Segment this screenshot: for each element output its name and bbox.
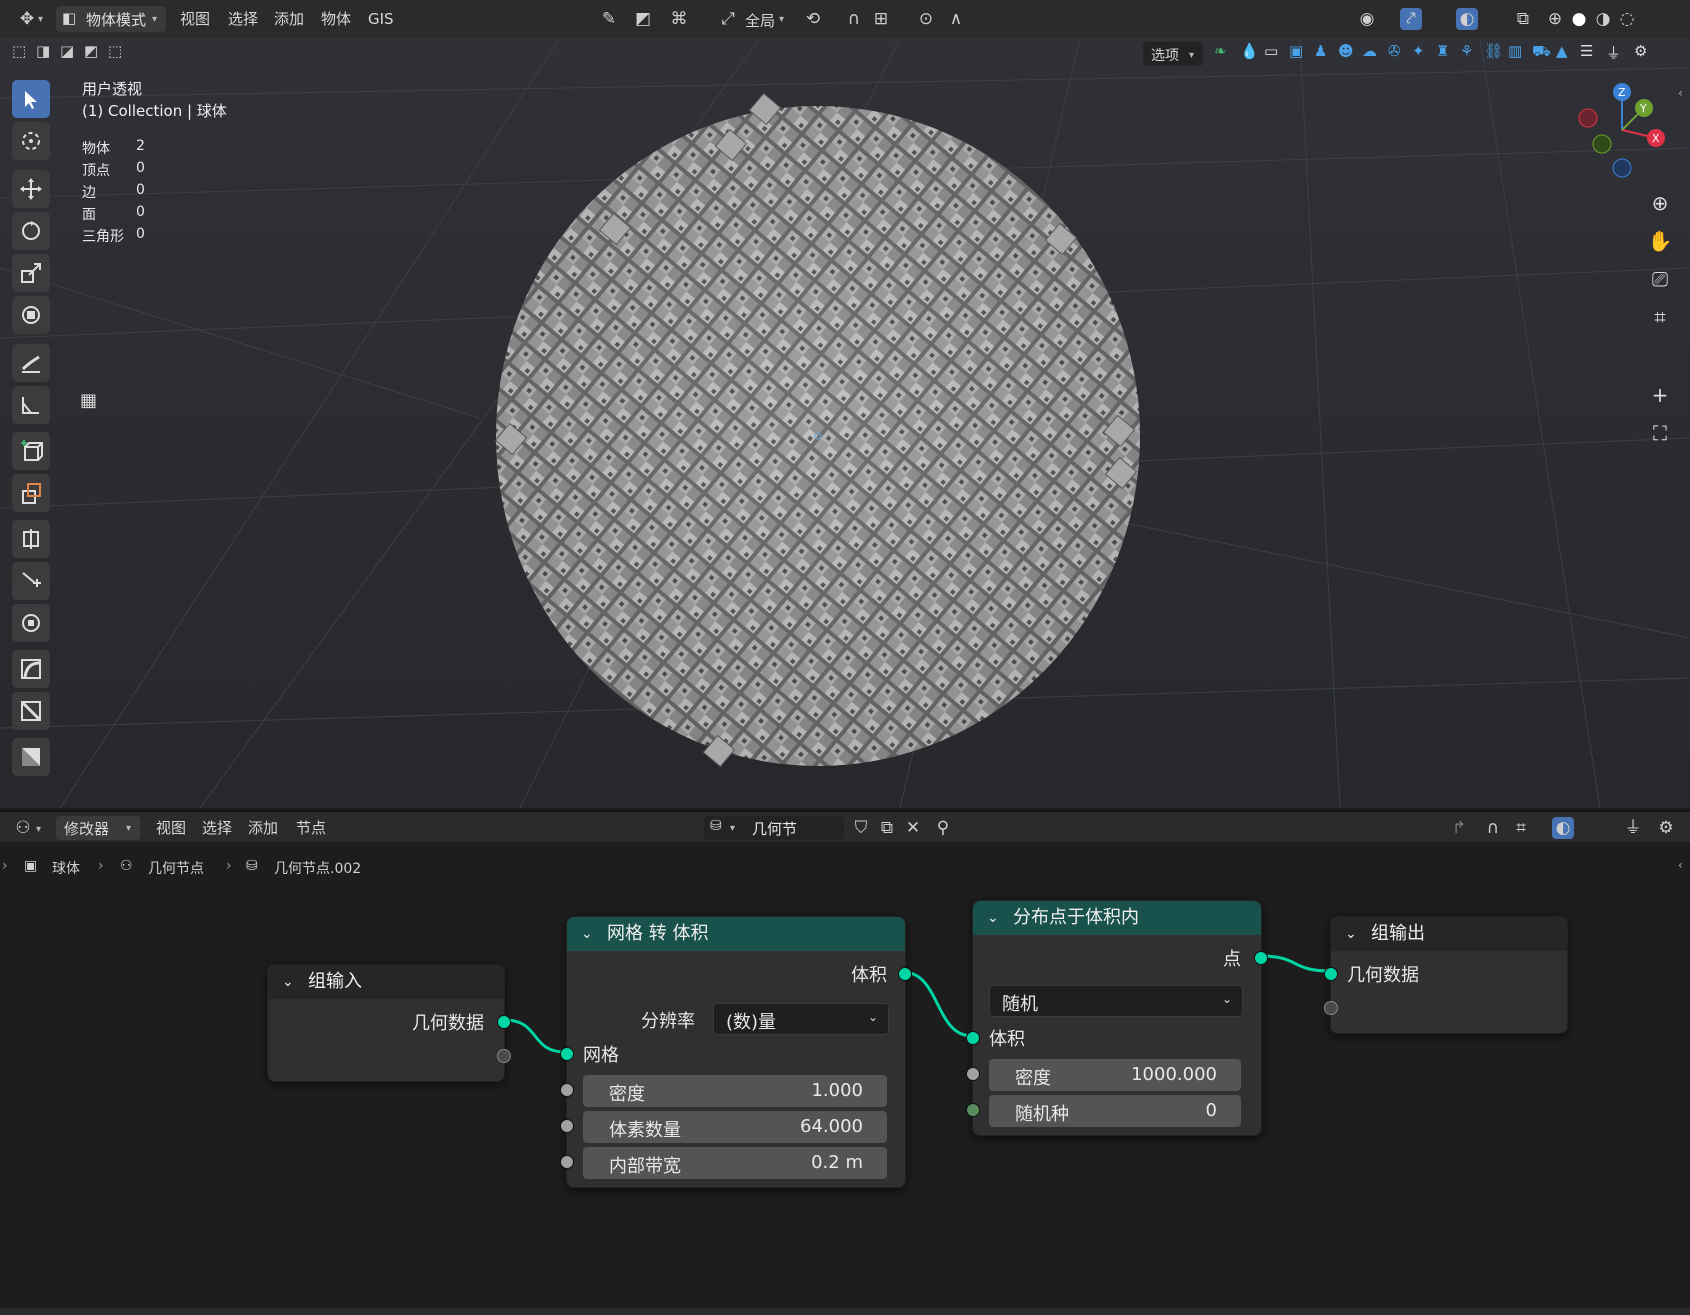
chevron-down-icon[interactable]: ⌄: [987, 901, 999, 935]
mesh-to-volume-node[interactable]: ⌄ 网格 转 体积 体积 分辨率 (数)量 ⌄ 网格 密度 1.000 体素数量…: [560, 916, 912, 1188]
group-input-node[interactable]: ⌄ 组输入 几何数据: [267, 964, 511, 1082]
distribute-mode-select[interactable]: 随机 ⌄: [989, 985, 1243, 1017]
resolution-mode-select[interactable]: (数)量 ⌄: [713, 1003, 889, 1035]
density-field[interactable]: 密度 1.000: [583, 1075, 887, 1107]
density-input-socket[interactable]: [560, 1083, 574, 1097]
field-label: 密度: [609, 1084, 645, 1105]
field-value: 1.000: [811, 1080, 863, 1101]
link-points: [1260, 954, 1331, 973]
field-label: 体素数量: [609, 1120, 681, 1141]
status-bar: [0, 1308, 1690, 1315]
field-value: 0.2 m: [811, 1152, 863, 1173]
node-title: 组输入: [308, 971, 362, 992]
link-geometry-to-mesh: [504, 1018, 566, 1054]
chevron-down-icon[interactable]: ⌄: [282, 965, 294, 999]
field-label: 密度: [1015, 1068, 1051, 1089]
volume-output-socket[interactable]: [898, 967, 912, 981]
node-title: 网格 转 体积: [607, 923, 709, 944]
node-header[interactable]: ⌄ 分布点于体积内: [973, 901, 1261, 935]
geometry-output-socket[interactable]: [497, 1015, 511, 1029]
interior-band-field[interactable]: 内部带宽 0.2 m: [583, 1147, 887, 1179]
volume-input-label: 体积: [989, 1029, 1025, 1050]
output-label: 点: [1223, 949, 1241, 970]
output-label: 几何数据: [412, 1013, 484, 1034]
node-header[interactable]: ⌄ 网格 转 体积: [567, 917, 905, 951]
resolution-mode-value: (数)量: [726, 1012, 777, 1033]
geometry-input-socket[interactable]: [1324, 967, 1338, 981]
mesh-input-label: 网格: [583, 1045, 619, 1066]
mesh-input-socket[interactable]: [560, 1047, 574, 1061]
seed-field[interactable]: 随机种 0: [989, 1095, 1241, 1127]
distribute-points-in-volume-node[interactable]: ⌄ 分布点于体积内 点 随机 ⌄ 体积 密度 1000.000 随机种 0: [966, 900, 1268, 1136]
chevron-down-icon: ⌄: [1221, 992, 1232, 1006]
density-input-socket[interactable]: [966, 1067, 980, 1081]
resolution-label: 分辨率: [641, 1011, 695, 1032]
volume-input-socket[interactable]: [966, 1031, 980, 1045]
link-volume: [902, 970, 973, 1038]
field-value: 0: [1205, 1100, 1217, 1121]
density-field[interactable]: 密度 1000.000: [989, 1059, 1241, 1091]
points-output-socket[interactable]: [1254, 951, 1268, 965]
field-value: 64.000: [800, 1116, 863, 1137]
node-header[interactable]: ⌄ 组输出: [1331, 917, 1567, 951]
chevron-left-icon[interactable]: ‹: [1678, 858, 1683, 872]
field-label: 内部带宽: [609, 1156, 681, 1177]
voxel-amount-input-socket[interactable]: [560, 1119, 574, 1133]
field-label: 随机种: [1015, 1104, 1069, 1125]
group-output-node[interactable]: ⌄ 组输出 几何数据: [1324, 916, 1568, 1034]
chevron-down-icon[interactable]: ⌄: [581, 917, 593, 951]
input-label: 几何数据: [1347, 965, 1419, 986]
node-title: 分布点于体积内: [1013, 907, 1139, 928]
chevron-down-icon[interactable]: ⌄: [1345, 917, 1357, 951]
distribute-mode-value: 随机: [1002, 994, 1038, 1015]
output-label: 体积: [851, 965, 887, 986]
voxel-amount-field[interactable]: 体素数量 64.000: [583, 1111, 887, 1143]
seed-input-socket[interactable]: [966, 1103, 980, 1117]
interior-band-input-socket[interactable]: [560, 1155, 574, 1169]
node-title: 组输出: [1371, 923, 1425, 944]
empty-input-socket[interactable]: [1324, 1001, 1338, 1015]
field-value: 1000.000: [1131, 1064, 1217, 1085]
node-header[interactable]: ⌄ 组输入: [268, 965, 504, 999]
empty-output-socket[interactable]: [497, 1049, 511, 1063]
chevron-down-icon: ⌄: [867, 1010, 878, 1024]
